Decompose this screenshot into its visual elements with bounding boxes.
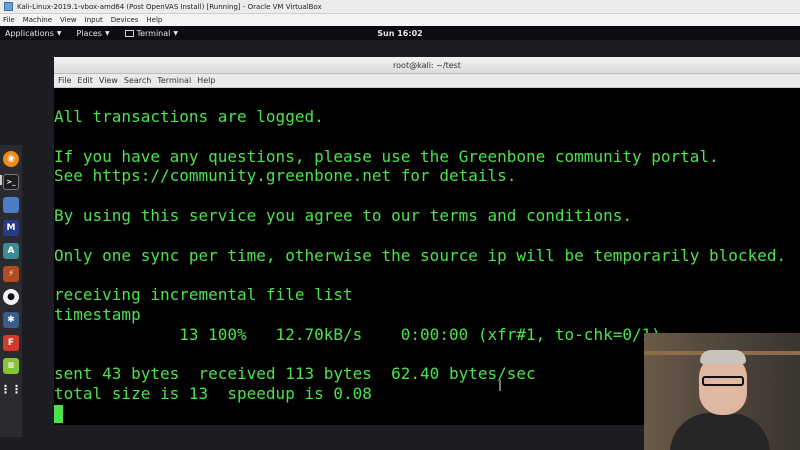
app-grid-icon[interactable]: ⋮⋮ [0,381,22,397]
output-line: receiving incremental file list [54,285,353,305]
output-line: timestamp [54,304,141,324]
output-line: If you have any questions, please use th… [54,146,719,166]
virtualbox-icon [4,2,13,11]
terminal-title: root@kali: ~/test [393,60,461,70]
clock[interactable]: Sun 16:02 [0,29,800,38]
vbox-menu-file[interactable]: File [3,16,15,24]
term-menu-search[interactable]: Search [124,76,151,85]
vbox-window-title: Kali-Linux-2019.1-vbox-amd64 (Post OpenV… [17,2,322,11]
term-menu-help[interactable]: Help [197,76,215,85]
term-menu-terminal[interactable]: Terminal [157,76,191,85]
armitage-icon[interactable]: A [3,243,19,259]
vbox-menu-machine[interactable]: Machine [23,16,52,24]
vbox-menu-view[interactable]: View [60,16,77,24]
webcam-overlay [644,333,800,450]
terminal-menubar: File Edit View Search Terminal Help [54,74,800,88]
faraday-icon[interactable]: F [3,335,19,351]
vbox-menu-help[interactable]: Help [146,16,162,24]
firefox-icon[interactable]: ◉ [3,151,19,167]
maltego-icon[interactable]: ● [3,289,19,305]
leafpad-icon[interactable]: ≡ [3,358,19,374]
dock: ◉ >_ M A ⚡ ● ✱ F ≡ ⋮⋮ [0,145,22,437]
vbox-menubar: File Machine View Input Devices Help [0,14,800,26]
term-menu-view[interactable]: View [99,76,118,85]
vbox-menu-devices[interactable]: Devices [111,16,139,24]
presenter-glasses [702,376,744,386]
files-icon[interactable] [3,197,19,213]
term-menu-file[interactable]: File [58,76,71,85]
output-line: See https://community.greenbone.net for … [54,166,517,186]
burpsuite-icon[interactable]: ⚡ [3,266,19,282]
output-line: All transactions are logged. [54,107,324,126]
vbox-titlebar: Kali-Linux-2019.1-vbox-amd64 (Post OpenV… [0,0,800,14]
presenter-hair [700,350,746,364]
top-panel: Applications ▼ Places ▼ Terminal ▼ Sun 1… [0,26,800,40]
output-line: By using this service you agree to our t… [54,205,632,225]
output-line: Only one sync per time, otherwise the so… [54,245,787,265]
metasploit-icon[interactable]: M [3,220,19,236]
terminal-titlebar[interactable]: root@kali: ~/test [54,57,800,74]
terminal-icon[interactable]: >_ [3,174,19,190]
mouse-ibeam-cursor [499,380,501,391]
terminal-cursor [54,405,63,424]
term-menu-edit[interactable]: Edit [77,76,93,85]
active-indicator [0,175,2,185]
vbox-menu-input[interactable]: Input [85,16,103,24]
beef-icon[interactable]: ✱ [3,312,19,328]
